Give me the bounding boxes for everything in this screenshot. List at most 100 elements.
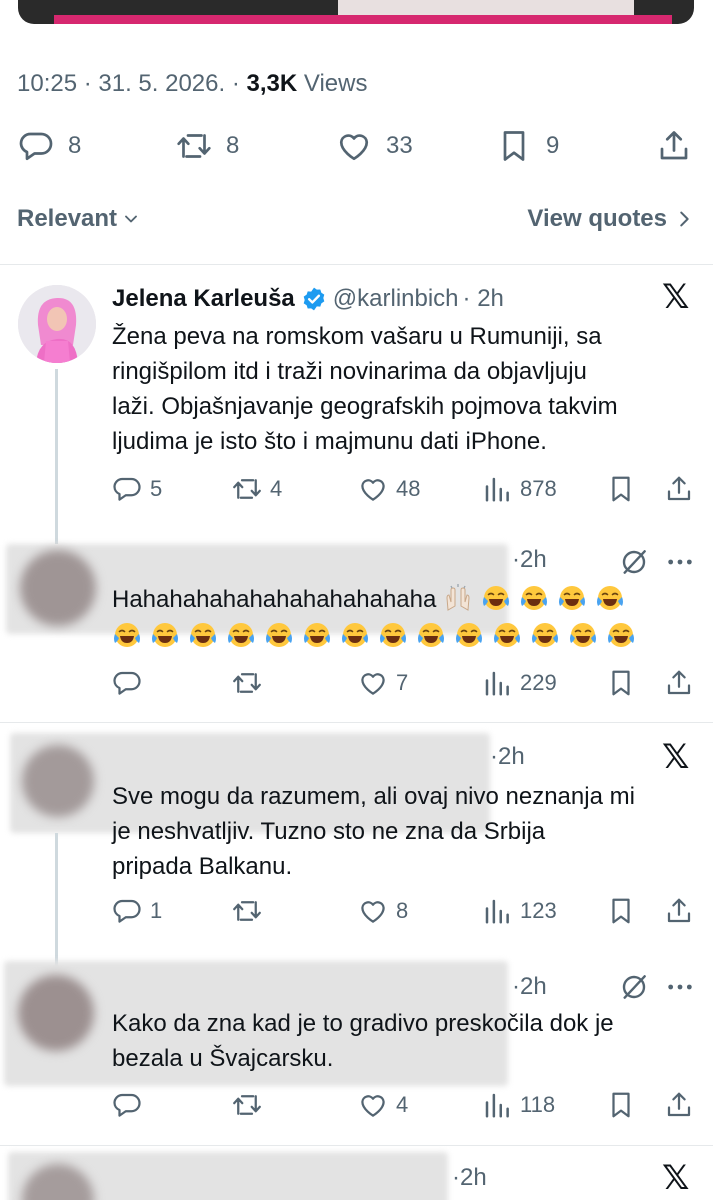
repost-count: 4 bbox=[270, 476, 283, 501]
bookmark-button[interactable] bbox=[606, 895, 636, 927]
laughing-emoji-icon bbox=[188, 621, 218, 649]
share-button[interactable] bbox=[664, 1089, 694, 1121]
timestamp: 10:25 · 31. 5. 2026. · bbox=[17, 70, 247, 97]
share-button[interactable] bbox=[664, 667, 694, 699]
media-preview-banner bbox=[54, 15, 672, 24]
repost-button[interactable]: 8 bbox=[176, 124, 239, 168]
bookmark-icon bbox=[496, 128, 532, 164]
share-icon bbox=[664, 896, 694, 926]
view-quotes-link[interactable]: View quotes bbox=[527, 205, 695, 233]
laughing-emoji-icon bbox=[226, 621, 256, 649]
like-count: 48 bbox=[396, 476, 421, 501]
like-button[interactable]: 8 bbox=[358, 895, 408, 927]
reply-icon bbox=[112, 896, 142, 926]
repost-icon bbox=[176, 128, 212, 164]
laughing-emoji-icon bbox=[606, 621, 636, 649]
laughing-emoji-icon bbox=[378, 621, 408, 649]
views-button[interactable]: 123 bbox=[482, 895, 557, 927]
share-icon bbox=[656, 128, 692, 164]
bookmark-count: 9 bbox=[546, 132, 560, 159]
like-icon bbox=[358, 668, 388, 698]
repost-icon bbox=[232, 1090, 262, 1120]
text-line: bezala u Švajcarsku. bbox=[112, 1045, 334, 1072]
avatar[interactable] bbox=[22, 745, 94, 817]
tweet-text: Žena peva na romskom vašaru u Rumuniji, … bbox=[112, 319, 702, 459]
laughing-emoji-icon bbox=[340, 621, 370, 649]
repost-button[interactable] bbox=[232, 895, 262, 927]
x-logo-icon: 𝕏 bbox=[662, 1158, 690, 1198]
views-count: 3,3K bbox=[246, 70, 298, 97]
muted-icon[interactable] bbox=[618, 546, 650, 578]
reply-sort-bar: Relevant View quotes bbox=[17, 205, 695, 237]
thread-line bbox=[55, 369, 58, 544]
repost-icon bbox=[232, 668, 262, 698]
reply-icon bbox=[112, 1090, 142, 1120]
text-line: ljudima je isto što i majmunu dati iPhon… bbox=[112, 428, 547, 455]
tweet-time[interactable]: ·2h bbox=[512, 973, 547, 1001]
like-count: 33 bbox=[386, 132, 413, 159]
repost-icon bbox=[232, 896, 262, 926]
laughing-emoji-icon bbox=[481, 584, 511, 612]
like-button[interactable]: 48 bbox=[358, 473, 420, 505]
reply-button[interactable] bbox=[112, 1089, 142, 1121]
views-button[interactable]: 878 bbox=[482, 473, 557, 505]
repost-count: 8 bbox=[226, 132, 240, 159]
reply-tweet[interactable]: ·2h Hahahahahahahahahahahaha 7 229 bbox=[0, 520, 713, 720]
avatar[interactable] bbox=[20, 550, 96, 626]
laughing-emoji-icon bbox=[416, 621, 446, 649]
bookmark-button[interactable] bbox=[606, 667, 636, 699]
reply-button[interactable]: 8 bbox=[18, 124, 81, 168]
views-icon bbox=[482, 896, 512, 926]
views-button[interactable]: 118 bbox=[482, 1089, 555, 1121]
reply-tweet[interactable]: ·2h 𝕏 bbox=[0, 1146, 713, 1200]
text-line: Kako da zna kad je to gradivo preskočila… bbox=[112, 1010, 614, 1037]
reply-button[interactable]: 5 bbox=[112, 473, 162, 505]
tweet-time[interactable]: ·2h bbox=[490, 743, 525, 771]
reply-button[interactable]: 1 bbox=[112, 895, 162, 927]
share-button[interactable] bbox=[656, 124, 692, 168]
text-line: pripada Balkanu. bbox=[112, 853, 293, 880]
more-icon[interactable] bbox=[664, 971, 696, 1003]
reply-tweet[interactable]: ·2h Kako da zna kad je to gradivo presko… bbox=[0, 953, 713, 1145]
like-button[interactable]: 7 bbox=[358, 667, 408, 699]
share-button[interactable] bbox=[664, 895, 694, 927]
reply-count: 1 bbox=[150, 898, 163, 923]
text-line: ringišpilom itd i traži novinarima da ob… bbox=[112, 358, 587, 385]
more-icon[interactable] bbox=[664, 546, 696, 578]
avatar[interactable] bbox=[18, 285, 96, 363]
repost-button[interactable] bbox=[232, 1089, 262, 1121]
views-button[interactable]: 229 bbox=[482, 667, 557, 699]
reply-icon bbox=[112, 474, 142, 504]
author-handle[interactable]: @karlinbich bbox=[333, 285, 459, 313]
like-icon bbox=[336, 128, 372, 164]
bookmark-button[interactable] bbox=[606, 1089, 636, 1121]
like-button[interactable]: 4 bbox=[358, 1089, 408, 1121]
share-button[interactable] bbox=[664, 473, 694, 505]
verified-badge-icon bbox=[303, 287, 325, 311]
laughing-emoji-icon bbox=[519, 584, 549, 612]
repost-button[interactable] bbox=[232, 667, 262, 699]
text-line: Žena peva na romskom vašaru u Rumuniji, … bbox=[112, 323, 602, 350]
sort-dropdown[interactable]: Relevant bbox=[17, 205, 141, 233]
reply-tweet[interactable]: ·2h 𝕏 Sve mogu da razumem, ali ovaj nivo… bbox=[0, 723, 713, 978]
bookmark-button[interactable] bbox=[606, 473, 636, 505]
views-icon bbox=[482, 1090, 512, 1120]
tweet-time[interactable]: · 2h bbox=[463, 285, 504, 313]
text-line: je neshvatljiv. Tuzno sto ne zna da Srbi… bbox=[112, 818, 546, 845]
bookmark-button[interactable]: 9 bbox=[496, 124, 559, 168]
text-line: Sve mogu da razumem, ali ovaj nivo nezna… bbox=[112, 783, 635, 810]
views-count: 229 bbox=[520, 670, 557, 695]
media-preview-area bbox=[338, 0, 634, 15]
bookmark-icon bbox=[606, 1090, 636, 1120]
tweet-time[interactable]: ·2h bbox=[512, 546, 547, 574]
laughing-emoji-icon bbox=[112, 621, 142, 649]
reply-tweet[interactable]: Jelena Karleuša @karlinbich · 2h 𝕏 Žena … bbox=[0, 265, 713, 544]
reply-button[interactable] bbox=[112, 667, 142, 699]
tweet-time[interactable]: ·2h bbox=[452, 1164, 487, 1192]
like-button[interactable]: 33 bbox=[336, 124, 413, 168]
muted-icon[interactable] bbox=[618, 971, 650, 1003]
author-name[interactable]: Jelena Karleuša bbox=[112, 285, 295, 313]
media-preview[interactable] bbox=[18, 0, 694, 24]
avatar[interactable] bbox=[18, 975, 94, 1051]
repost-button[interactable]: 4 bbox=[232, 473, 282, 505]
